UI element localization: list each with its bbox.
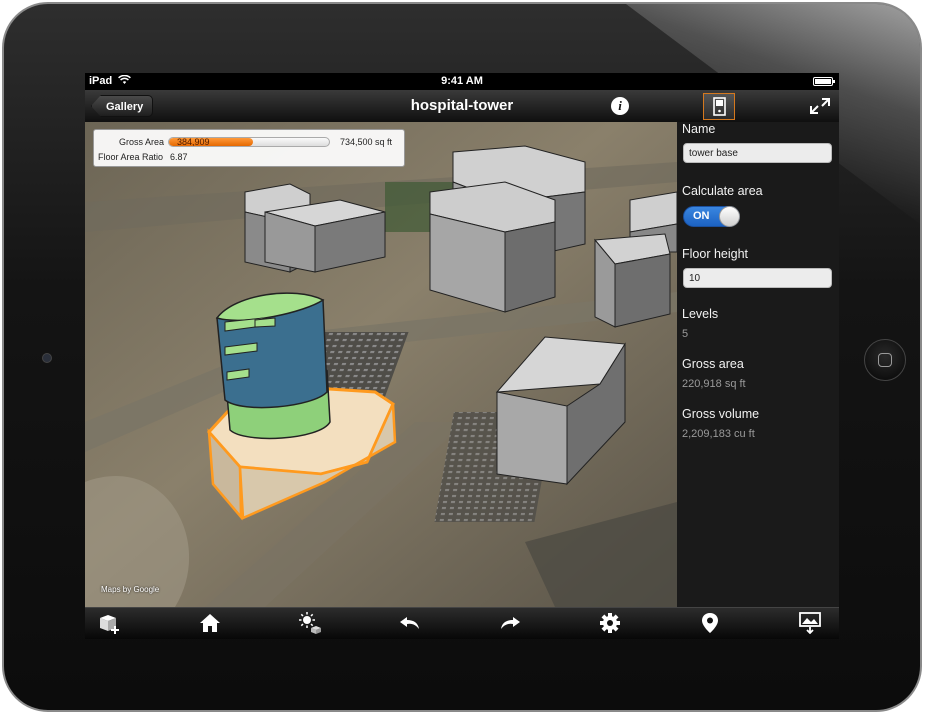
settings-gear-icon[interactable] [598,612,622,634]
gross-volume-label: Gross volume [682,407,760,421]
status-bar: iPad 9:41 AM [85,73,839,90]
gross-area-label: Gross Area [118,137,164,147]
3d-map-viewport[interactable]: Gross Area 384,909 734,500 sq ft Floor A… [85,122,677,607]
expand-arrows-icon [810,98,830,114]
properties-panel: Name Calculate area ON Floor height Leve… [677,122,839,607]
home-icon[interactable] [198,612,222,634]
gross-area-panel-value: 220,918 sq ft [682,378,746,390]
calculate-area-toggle[interactable]: ON [683,206,740,227]
gross-area-progress-bar: 384,909 [168,137,330,147]
aerial-scene [85,122,677,607]
name-label: Name [682,122,716,136]
battery-icon [813,77,835,86]
location-pin-icon[interactable] [698,612,722,634]
floor-height-input[interactable] [683,268,832,288]
toggle-knob [719,206,740,227]
area-stats-overlay: Gross Area 384,909 734,500 sq ft Floor A… [93,129,405,167]
app-screen: iPad 9:41 AM Gallery hospital-tower i Gr… [85,73,839,639]
gross-area-panel-label: Gross area [682,357,744,371]
sun-shadow-icon[interactable] [297,612,321,634]
fullscreen-icon[interactable] [809,97,831,115]
undo-icon[interactable] [398,612,422,634]
levels-value: 5 [682,328,689,340]
floor-area-ratio-label: Floor Area Ratio [98,152,164,162]
info-icon[interactable]: i [611,97,629,115]
properties-panel-icon[interactable] [703,93,735,120]
floor-area-ratio-value: 6.87 [170,152,188,162]
levels-label: Levels [682,307,719,321]
panel-glyph-icon [713,97,726,116]
redo-icon[interactable] [498,612,522,634]
gross-volume-value: 2,209,183 cu ft [682,428,755,440]
toggle-state: ON [693,210,710,222]
add-building-icon[interactable] [97,612,121,634]
clock: 9:41 AM [441,75,483,87]
navigation-bar: Gallery hospital-tower i [85,90,839,123]
home-button[interactable] [864,339,906,381]
share-image-icon[interactable] [798,612,822,634]
maps-credit: Maps by Google [101,585,160,594]
gross-area-value: 384,909 [177,137,210,147]
floor-height-label: Floor height [682,247,749,261]
name-input[interactable] [683,143,832,163]
bottom-toolbar [85,607,839,639]
home-button-square-icon [878,353,892,367]
gross-area-max: 734,500 sq ft [340,137,393,147]
calculate-area-label: Calculate area [682,184,763,198]
camera-icon [42,353,52,363]
